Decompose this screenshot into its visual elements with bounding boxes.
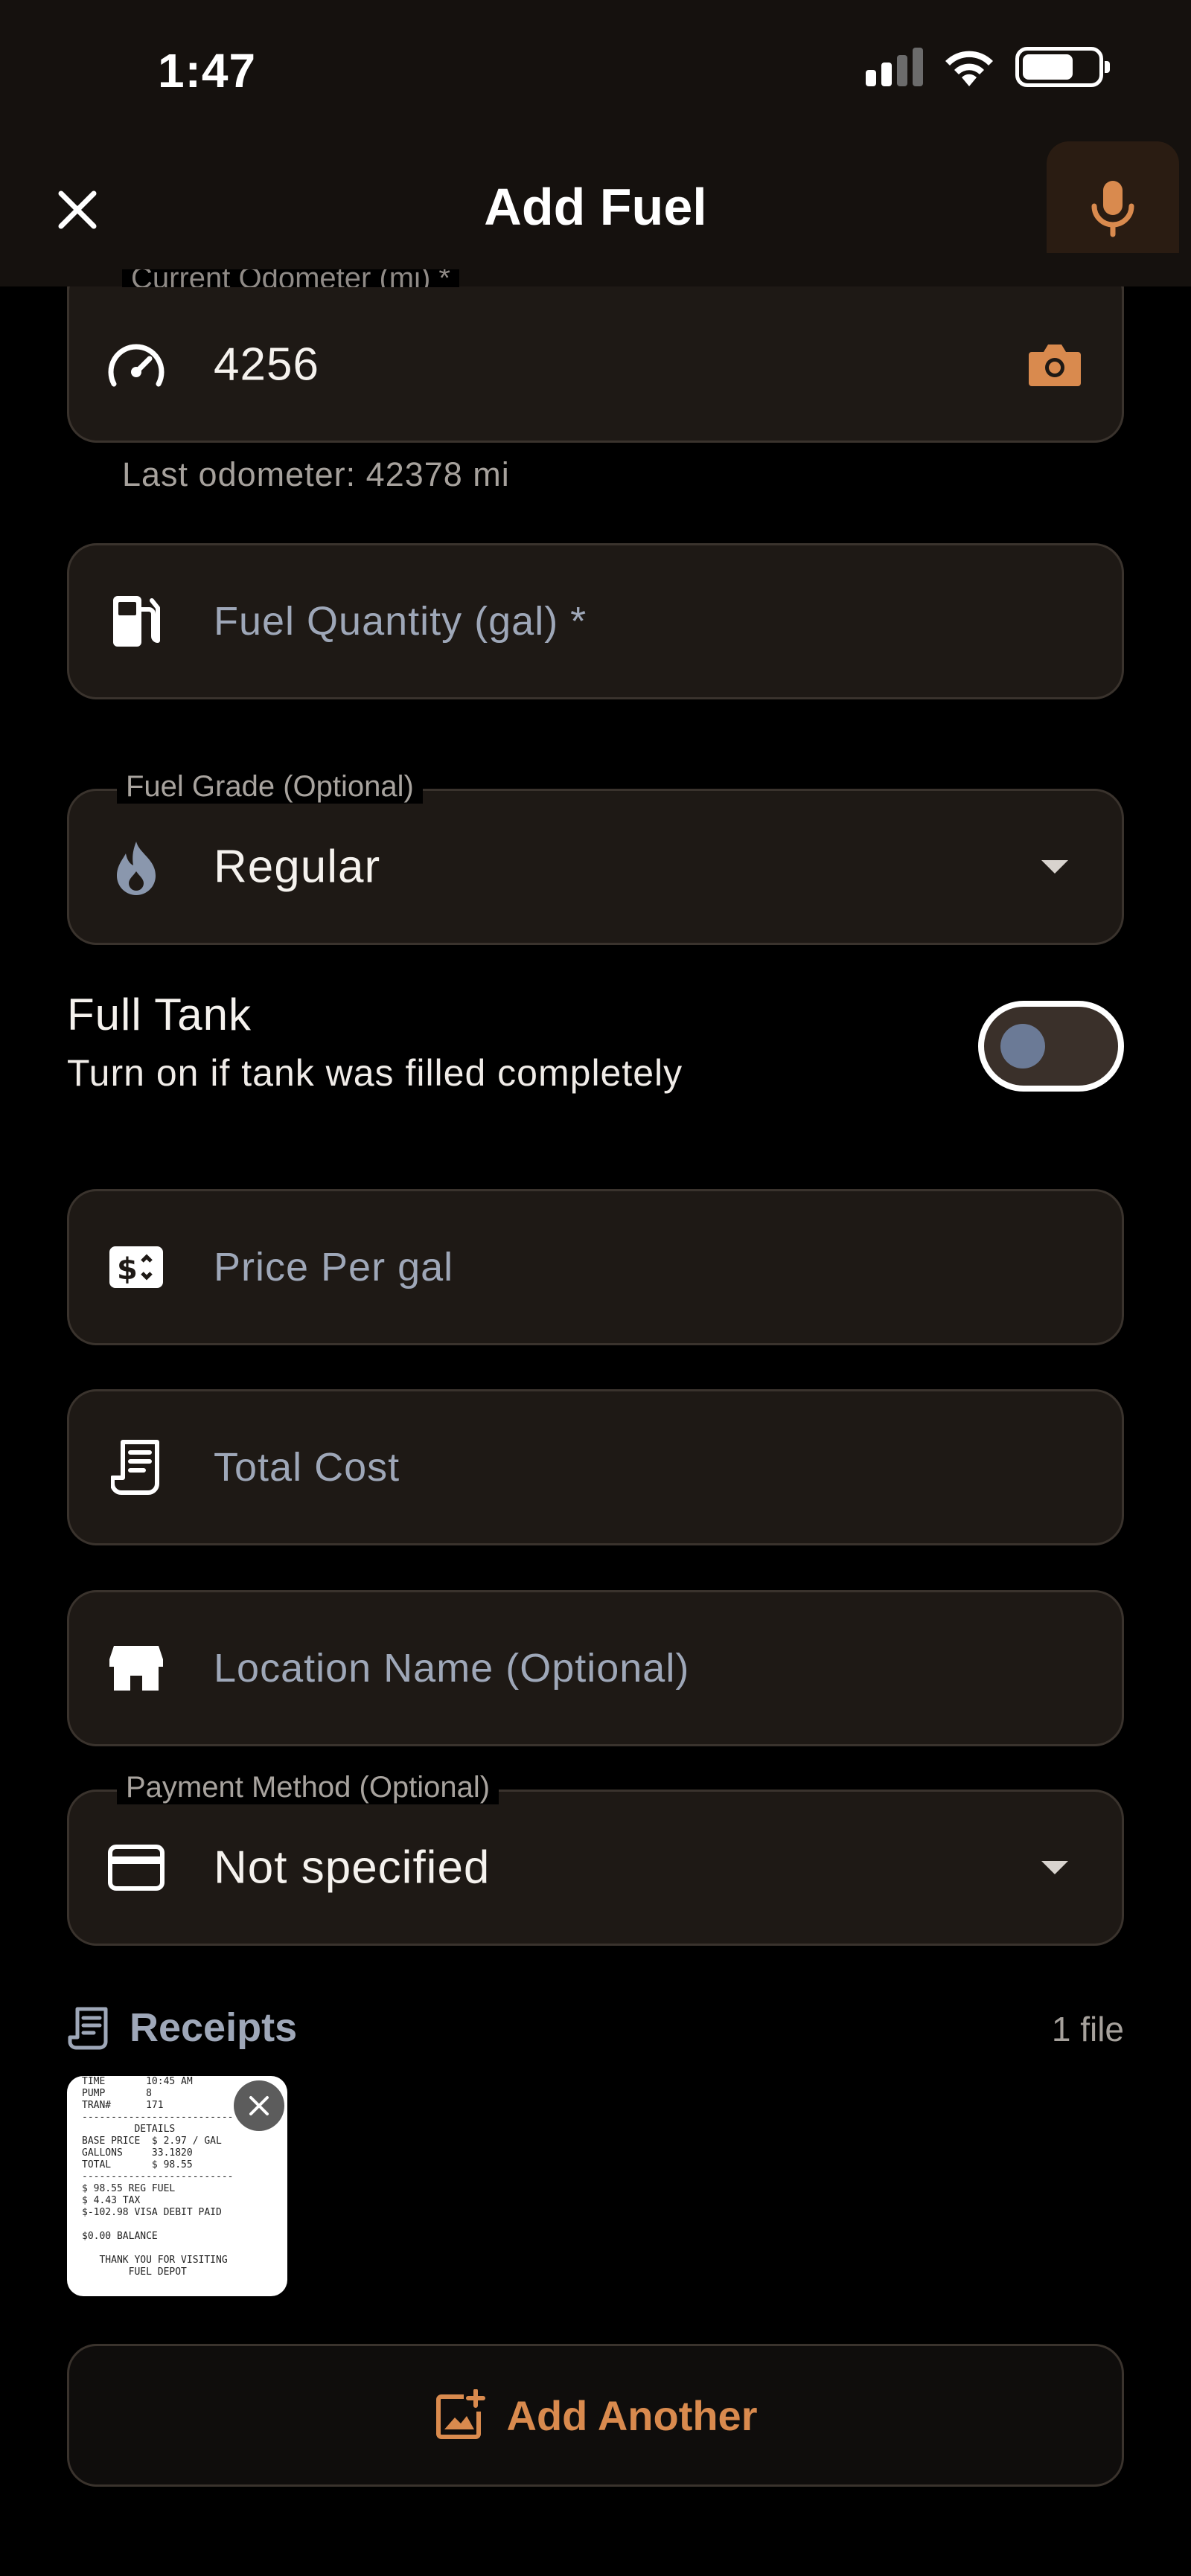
add-another-button[interactable]: Add Another — [67, 2344, 1124, 2487]
status-time: 1:47 — [158, 44, 257, 97]
remove-receipt-button[interactable] — [234, 2080, 284, 2131]
odometer-input[interactable]: 4256 — [214, 339, 319, 391]
receipt-icon — [106, 1438, 166, 1497]
price-tag-icon: $ — [106, 1237, 166, 1297]
odometer-label: Current Odometer (mi) * — [122, 269, 459, 287]
receipts-count: 1 file — [1051, 2010, 1124, 2048]
receipts-title: Receipts — [130, 2005, 298, 2050]
total-cost-field[interactable]: Total Cost — [67, 1389, 1124, 1545]
scan-odometer-button[interactable] — [1025, 335, 1085, 394]
full-tank-row: Full Tank Turn on if tank was filled com… — [67, 986, 1124, 1105]
wifi-icon — [945, 51, 993, 86]
svg-text:$: $ — [117, 1252, 138, 1287]
payment-method-label: Payment Method (Optional) — [117, 1771, 499, 1804]
fuel-grade-value: Regular — [214, 841, 381, 893]
status-icons — [866, 46, 1110, 88]
page-title: Add Fuel — [484, 178, 707, 236]
microphone-icon — [1091, 181, 1134, 237]
location-field[interactable]: Location Name (Optional) — [67, 1590, 1124, 1746]
fuel-grade-label: Fuel Grade (Optional) — [117, 770, 423, 804]
location-input[interactable]: Location Name (Optional) — [214, 1645, 689, 1691]
fuel-quantity-field[interactable]: Fuel Quantity (gal) * — [67, 543, 1124, 699]
payment-method-select[interactable]: Payment Method (Optional) Not specified — [67, 1771, 1124, 1946]
add-fuel-screen: 1:47 Add Fuel 4256 Current Odometer (mi)… — [0, 0, 1191, 2576]
store-icon — [106, 1638, 166, 1698]
toggle-knob — [1000, 1024, 1045, 1068]
price-per-field[interactable]: $ Price Per gal — [67, 1189, 1124, 1345]
receipt-thumbnail-text: TIME 10:45 AM PUMP 8 TRAN# 171 ---------… — [82, 2076, 234, 2278]
top-bar: 1:47 Add Fuel — [0, 0, 1191, 286]
full-tank-subtitle: Turn on if tank was filled completely — [67, 1052, 683, 1094]
flame-icon — [106, 837, 166, 897]
speedometer-icon — [106, 335, 166, 394]
cellular-signal-icon — [866, 48, 923, 86]
close-icon — [249, 2096, 269, 2115]
odometer-helper-text: Last odometer: 42378 mi — [122, 455, 510, 493]
battery-icon — [1015, 47, 1110, 87]
total-cost-input[interactable]: Total Cost — [214, 1444, 400, 1490]
fuel-quantity-input[interactable]: Fuel Quantity (gal) * — [214, 598, 587, 644]
receipts-header: Receipts 1 file — [67, 1994, 1124, 2061]
credit-card-icon — [106, 1838, 166, 1897]
add-photo-icon — [435, 2389, 485, 2439]
add-another-label: Add Another — [506, 2391, 758, 2439]
odometer-field[interactable]: 4256 — [67, 286, 1124, 443]
chevron-down-icon — [1025, 837, 1085, 897]
full-tank-title: Full Tank — [67, 990, 252, 1039]
chevron-down-icon — [1025, 1838, 1085, 1897]
camera-icon — [1029, 345, 1081, 386]
full-tank-toggle[interactable] — [978, 1001, 1124, 1092]
receipt-icon — [68, 2007, 108, 2050]
price-per-input[interactable]: Price Per gal — [214, 1244, 453, 1290]
payment-method-value: Not specified — [214, 1842, 491, 1894]
fuel-grade-select[interactable]: Fuel Grade (Optional) Regular — [67, 770, 1124, 945]
fuel-pump-icon — [106, 592, 166, 651]
